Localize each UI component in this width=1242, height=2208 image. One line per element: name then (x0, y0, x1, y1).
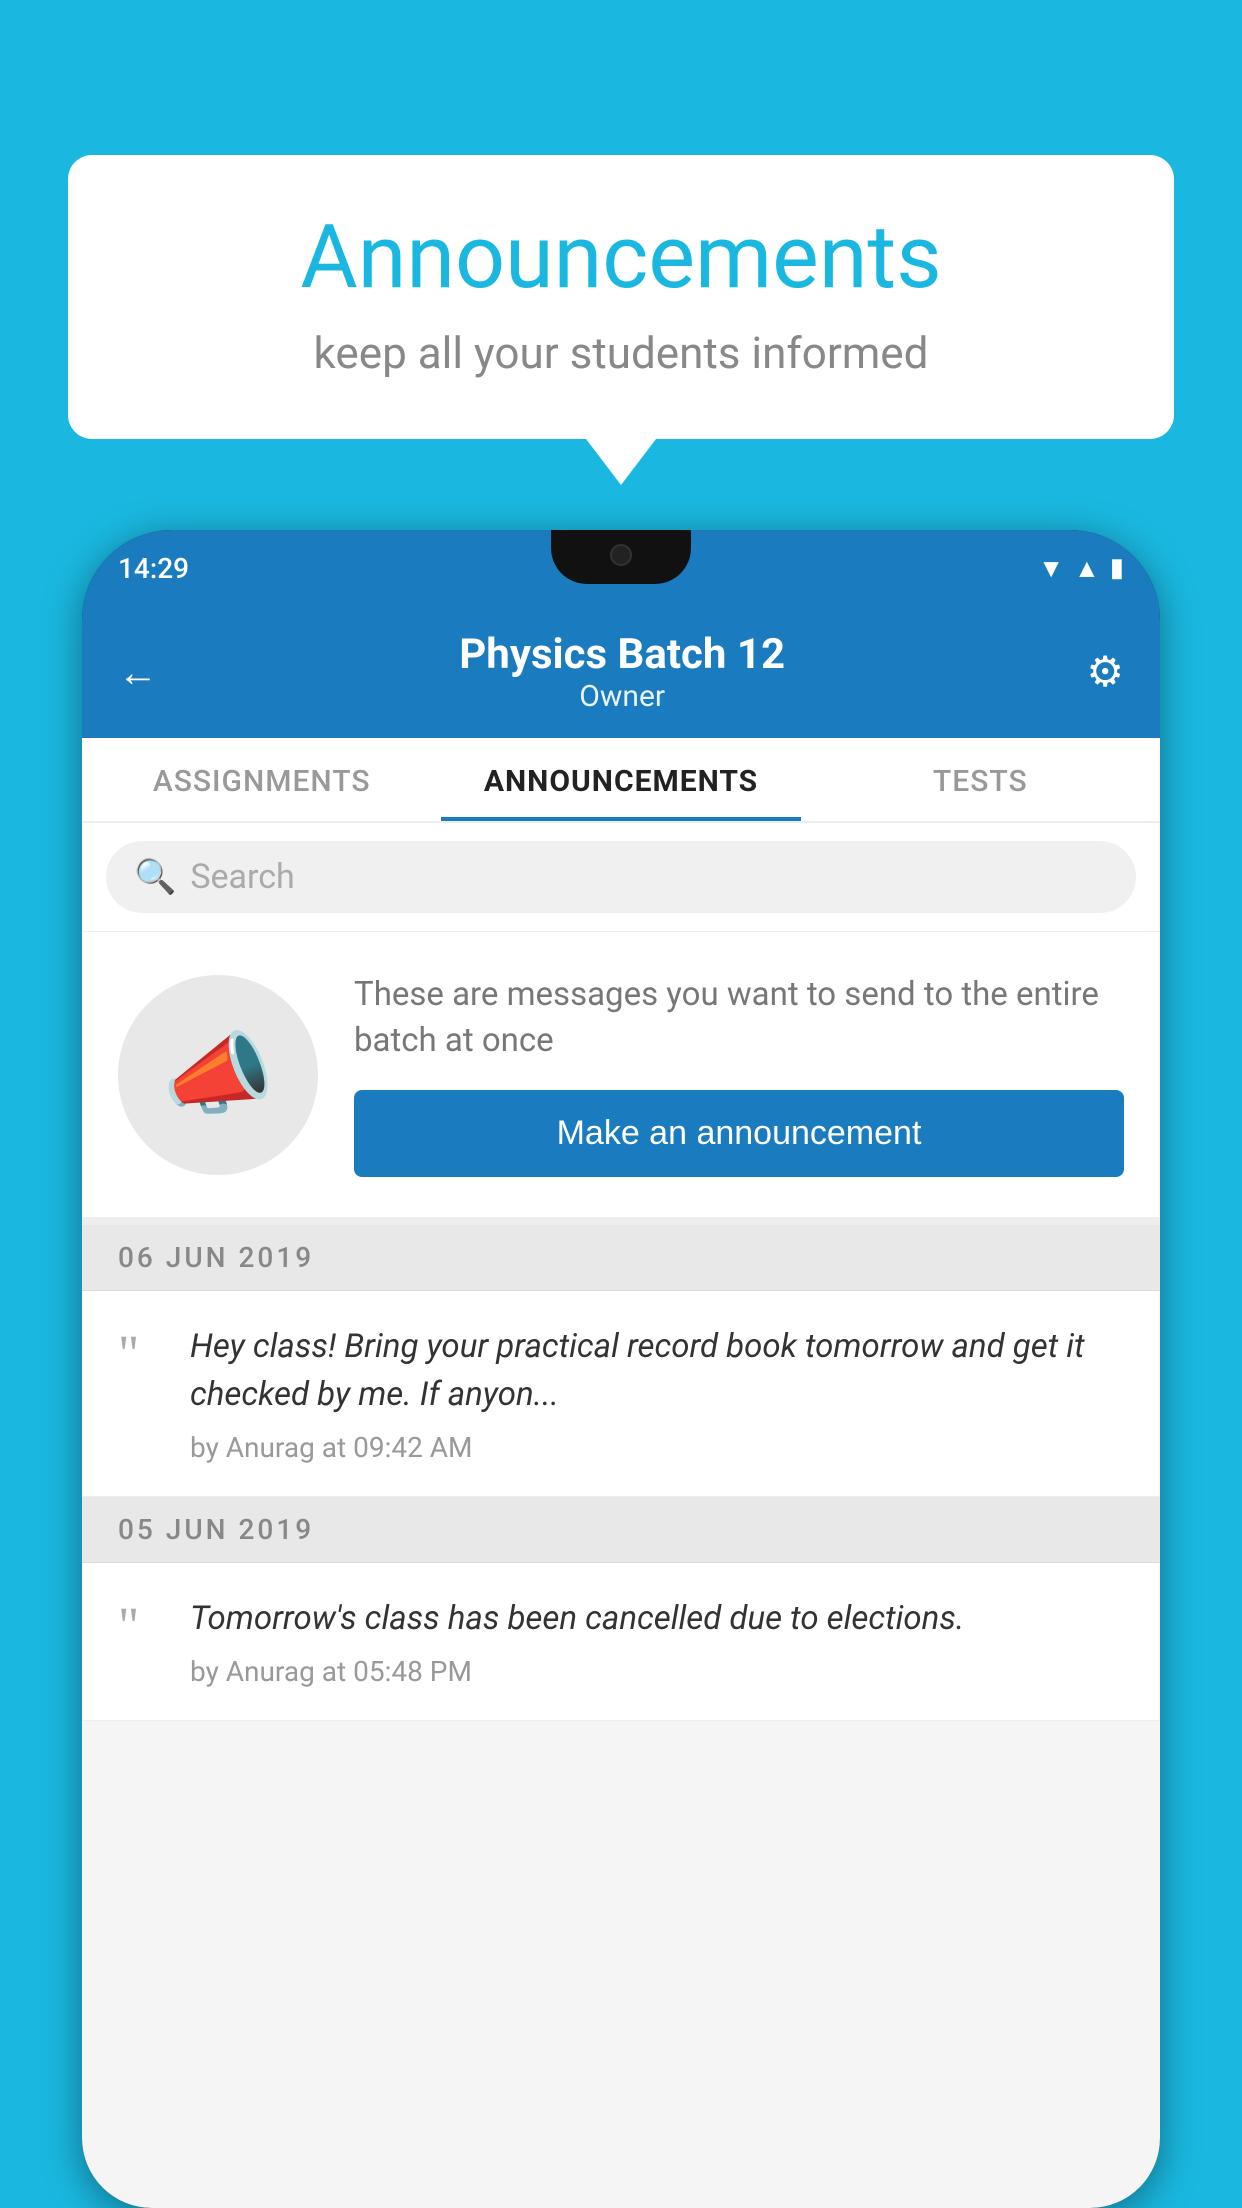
content-area: 🔍 Search 📣 These are messages you want t… (82, 823, 1160, 2208)
back-button[interactable]: ← (118, 649, 158, 696)
megaphone-circle: 📣 (118, 975, 318, 1175)
bubble-title: Announcements (128, 210, 1114, 307)
announcement-meta-2: by Anurag at 05:48 PM (190, 1655, 1124, 1688)
header-subtitle: Owner (459, 679, 785, 714)
status-icons: ▼ ▲ ▮ (1038, 553, 1124, 584)
settings-icon[interactable]: ⚙ (1086, 647, 1124, 697)
announcement-text-2: Tomorrow's class has been cancelled due … (190, 1595, 1124, 1643)
date-separator-1: 06 JUN 2019 (82, 1225, 1160, 1291)
date-separator-2: 05 JUN 2019 (82, 1497, 1160, 1563)
app-header: ← Physics Batch 12 Owner ⚙ (82, 606, 1160, 738)
status-bar: 14:29 ▼ ▲ ▮ (82, 530, 1160, 606)
wifi-icon: ▼ (1038, 553, 1064, 584)
make-announcement-button[interactable]: Make an announcement (354, 1090, 1124, 1177)
header-center: Physics Batch 12 Owner (459, 630, 785, 714)
search-placeholder: Search (190, 857, 294, 897)
tab-assignments[interactable]: ASSIGNMENTS (82, 738, 441, 821)
prompt-description: These are messages you want to send to t… (354, 972, 1124, 1064)
announcement-content-1: Hey class! Bring your practical record b… (190, 1323, 1124, 1464)
prompt-right: These are messages you want to send to t… (354, 972, 1124, 1177)
announcement-item-1: " Hey class! Bring your practical record… (82, 1291, 1160, 1497)
announcement-prompt: 📣 These are messages you want to send to… (82, 932, 1160, 1225)
announcement-text-1: Hey class! Bring your practical record b… (190, 1323, 1124, 1419)
announcement-item-2: " Tomorrow's class has been cancelled du… (82, 1563, 1160, 1721)
battery-icon: ▮ (1110, 553, 1124, 583)
quote-icon-2: " (118, 1601, 162, 1653)
quote-icon-1: " (118, 1329, 162, 1381)
tab-announcements[interactable]: ANNOUNCEMENTS (441, 738, 800, 821)
status-time: 14:29 (118, 552, 189, 585)
signal-icon: ▲ (1074, 553, 1100, 584)
search-container: 🔍 Search (82, 823, 1160, 932)
speech-bubble: Announcements keep all your students inf… (68, 155, 1174, 439)
phone-inner: ← Physics Batch 12 Owner ⚙ ASSIGNMENTS A… (82, 606, 1160, 2208)
phone-frame: 14:29 ▼ ▲ ▮ ← Physics Batch 12 Owner ⚙ A… (82, 530, 1160, 2208)
speech-bubble-container: Announcements keep all your students inf… (68, 155, 1174, 439)
phone-notch (551, 530, 691, 584)
announcement-meta-1: by Anurag at 09:42 AM (190, 1431, 1124, 1464)
tabs-bar: ASSIGNMENTS ANNOUNCEMENTS TESTS (82, 738, 1160, 823)
header-title: Physics Batch 12 (459, 630, 785, 679)
search-bar[interactable]: 🔍 Search (106, 841, 1136, 913)
megaphone-icon: 📣 (162, 1022, 274, 1127)
search-icon: 🔍 (134, 857, 176, 897)
tab-tests[interactable]: TESTS (801, 738, 1160, 821)
announcement-content-2: Tomorrow's class has been cancelled due … (190, 1595, 1124, 1688)
bubble-subtitle: keep all your students informed (128, 327, 1114, 379)
camera-dot (610, 544, 632, 566)
